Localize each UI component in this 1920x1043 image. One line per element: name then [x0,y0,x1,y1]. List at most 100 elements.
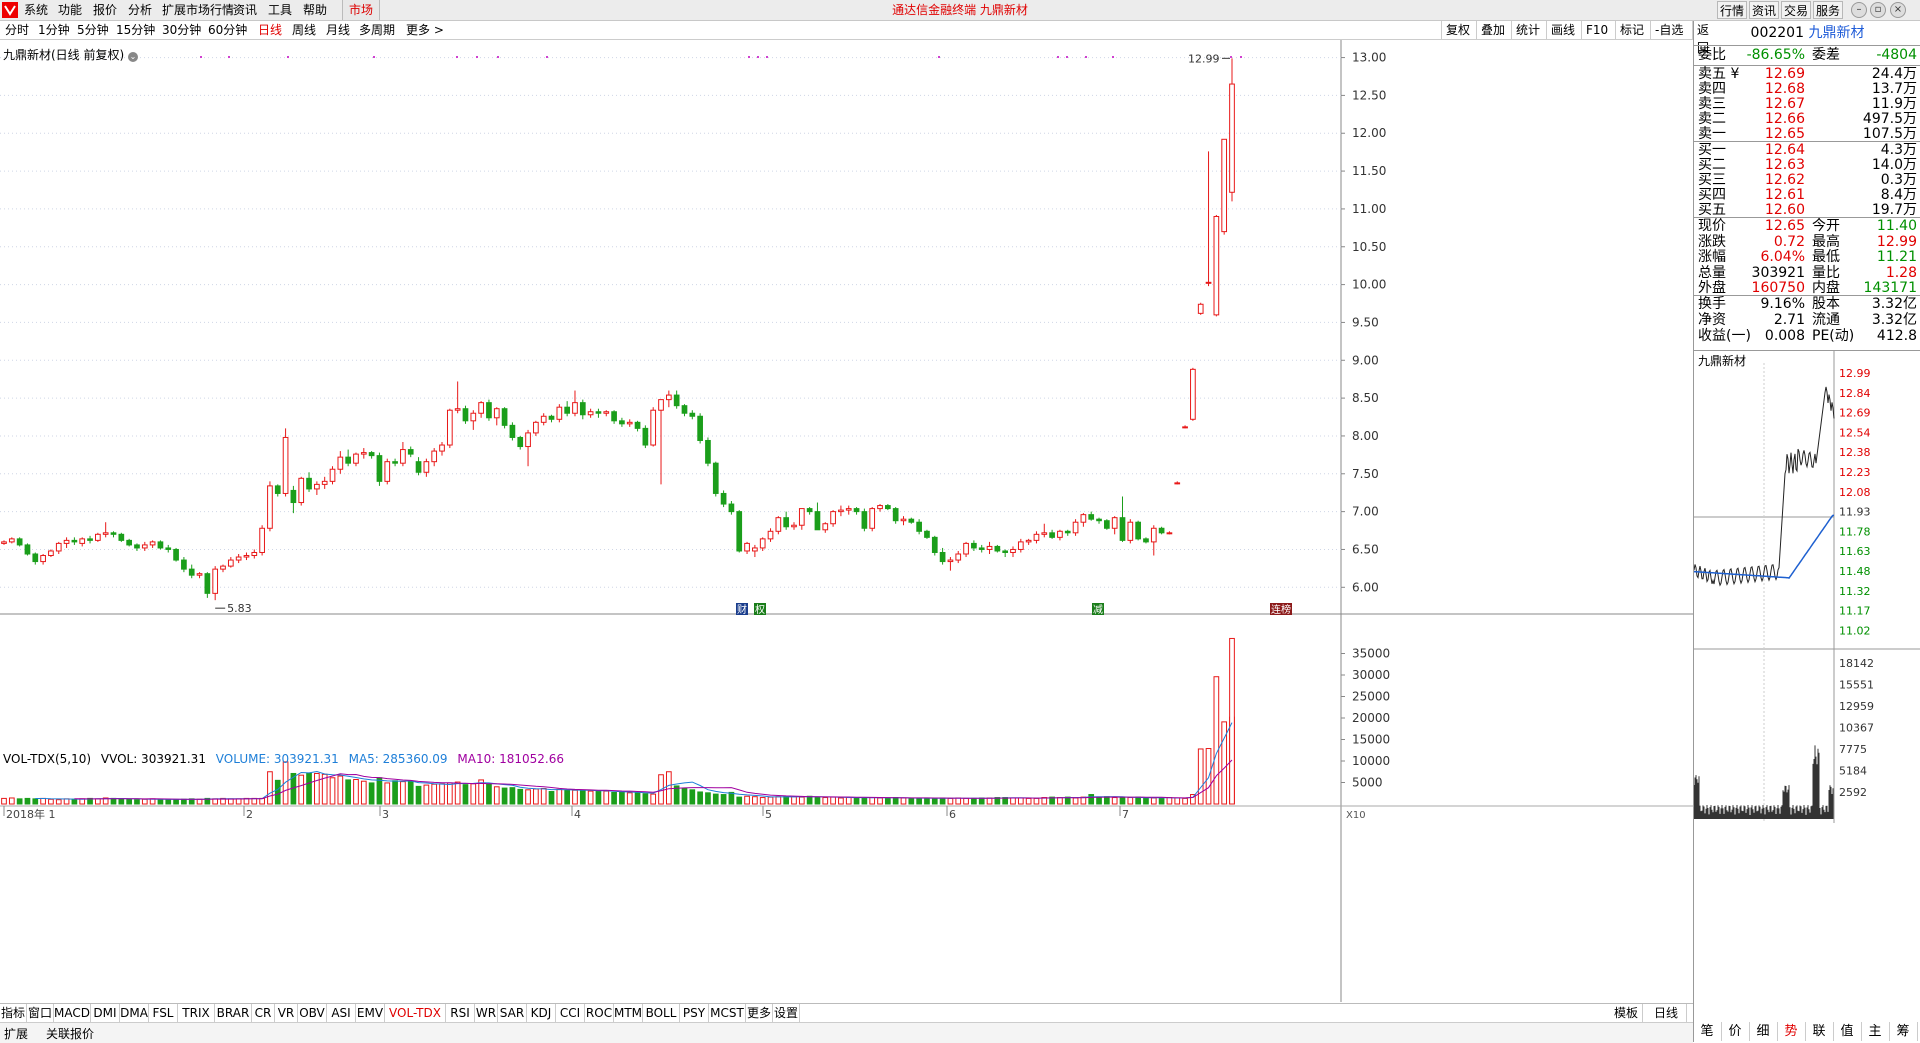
btn-trade[interactable]: 交易 [1781,1,1811,19]
menu-help[interactable]: 帮助 [303,0,327,20]
kline-chart[interactable]: 13.00 12.50 12.00 11.50 11.00 10.50 10.00 9.50 9… [0,40,1693,1002]
menu-tools[interactable]: 工具 [268,0,292,20]
btn-market[interactable]: 行情 [1717,1,1747,19]
volume-bar [931,797,938,805]
indicator-tab-21[interactable]: BOLL [643,1004,680,1022]
indicator-tab-17[interactable]: KDJ [527,1004,556,1022]
tf-60min[interactable]: 60分钟 [208,21,247,39]
candle [548,415,555,420]
indicator-tab-16[interactable]: SAR [498,1004,527,1022]
indicator-tab-15[interactable]: WR [475,1004,498,1022]
volume-bar [971,797,977,805]
volume-bar [493,786,500,805]
intraday-mini-chart[interactable]: 12.99 12.84 12.69 12.54 12.38 12.23 12.08 11.93… [1694,351,1920,1011]
tool-draw[interactable]: 画线 [1546,21,1575,39]
indicator-tab-20[interactable]: MTM [614,1004,643,1022]
quote-tab-3[interactable]: 势 [1777,1022,1806,1041]
menu-news[interactable]: 资讯 [233,0,257,20]
menu-system[interactable]: 系统 [24,0,48,20]
status-extend[interactable]: 扩展 [4,1025,28,1042]
template-button[interactable]: 模板 [1610,1004,1643,1022]
menu-analysis[interactable]: 分析 [128,0,152,20]
y-tick-label: 10.50 [1352,240,1386,254]
tf-30min[interactable]: 30分钟 [162,21,201,39]
quote-tab-4[interactable]: 联 [1805,1022,1834,1041]
menu-market[interactable]: 市场 [342,0,381,20]
tf-5min[interactable]: 5分钟 [77,21,109,39]
settings-icon[interactable]: ⌄ [128,52,139,62]
quote-tab-1[interactable]: 价 [1721,1022,1750,1041]
btn-news[interactable]: 资讯 [1749,1,1779,19]
vol-tick-label: 15000 [1352,733,1390,747]
tf-daily[interactable]: 日线 [258,21,282,39]
bid-row: 买五 12.60 19.7万 [1694,203,1920,218]
quote-tab-6[interactable]: 主 [1861,1022,1890,1041]
indicator-tab-19[interactable]: ROC [585,1004,614,1022]
indicator-tab-9[interactable]: VR [275,1004,298,1022]
indicator-tab-2[interactable]: MACD [54,1004,91,1022]
volume-bar [329,777,336,805]
indicator-tab-12[interactable]: EMV [356,1004,385,1022]
indicator-tab-6[interactable]: TRIX [178,1004,215,1022]
tf-more[interactable]: 更多 > [406,21,444,39]
indicator-tab-10[interactable]: OBV [298,1004,327,1022]
indicator-tab-14[interactable]: RSI [446,1004,475,1022]
indicator-tab-3[interactable]: DMI [91,1004,120,1022]
indicator-tab-24[interactable]: 更多 [746,1004,773,1022]
stock-name[interactable]: 九鼎新材 [1808,25,1864,41]
stat-row-value: 303921 [1751,264,1805,281]
candle [916,521,922,532]
tool-watchlist[interactable]: -自选 [1650,21,1683,39]
bid-price: 12.60 [1764,202,1805,218]
tool-overlay[interactable]: 叠加 [1476,21,1505,39]
indicator-tab-23[interactable]: MCST [709,1004,746,1022]
tf-1min[interactable]: 1分钟 [38,21,70,39]
indicator-tab-22[interactable]: PSY [680,1004,709,1022]
indicator-tab-11[interactable]: ASI [327,1004,356,1022]
tf-weekly[interactable]: 周线 [292,21,316,39]
candle [814,511,821,531]
tf-monthly[interactable]: 月线 [326,21,350,39]
close-icon[interactable]: × [1890,2,1906,18]
candle [603,411,610,414]
menu-quote[interactable]: 报价 [93,0,117,20]
tool-stats[interactable]: 统计 [1511,21,1540,39]
tf-intraday[interactable]: 分时 [5,21,29,39]
quote-tab-2[interactable]: 细 [1749,1022,1778,1041]
indicator-tab-4[interactable]: DMA [120,1004,149,1022]
candle [533,421,539,434]
tool-mark[interactable]: 标记 [1615,21,1644,39]
quote-tab-7[interactable]: 筹 [1889,1022,1918,1041]
candle [939,551,946,563]
indicator-tab-7[interactable]: BRAR [215,1004,252,1022]
indicator-tab-18[interactable]: CCI [556,1004,585,1022]
quote-header: 002201 九鼎新材 [1694,21,1920,46]
indicator-tab-5[interactable]: FSL [149,1004,178,1022]
candle [415,461,422,473]
menu-function[interactable]: 功能 [58,0,82,20]
indicator-tab-8[interactable]: CR [252,1004,275,1022]
tf-multi-period[interactable]: 多周期 [359,21,395,39]
mini-y-label: 12.54 [1839,426,1871,439]
btn-service[interactable]: 服务 [1813,1,1843,19]
y-tick-label: 6.00 [1352,580,1379,594]
indicator-tab-1[interactable]: 窗口 [27,1004,54,1022]
tf-15min[interactable]: 15分钟 [116,21,155,39]
period-button[interactable]: 日线 [1646,1004,1687,1022]
minimize-icon[interactable]: – [1851,2,1867,18]
quote-tab-0[interactable]: 笔 [1693,1022,1722,1041]
indicator-tab-0[interactable]: 指标 [0,1004,27,1022]
restore-icon[interactable]: ▫ [1870,2,1886,18]
indicator-tab-13[interactable]: VOL-TDX [385,1004,446,1022]
menu-bar: 系统 功能 报价 分析 扩展市场行情 资讯 工具 帮助 市场 通达信金融终端 九… [0,0,1920,21]
volume-bar [955,797,962,805]
status-related-quote[interactable]: 关联报价 [46,1025,94,1042]
candle [173,548,179,561]
indicator-tab-25[interactable]: 设置 [773,1004,800,1022]
tool-adjust[interactable]: 复权 [1441,21,1470,39]
candle [509,424,516,438]
candle [1158,527,1165,534]
quote-tab-5[interactable]: 值 [1833,1022,1862,1041]
tool-f10[interactable]: F10 [1581,21,1608,39]
menu-extended-market[interactable]: 扩展市场行情 [162,0,234,20]
